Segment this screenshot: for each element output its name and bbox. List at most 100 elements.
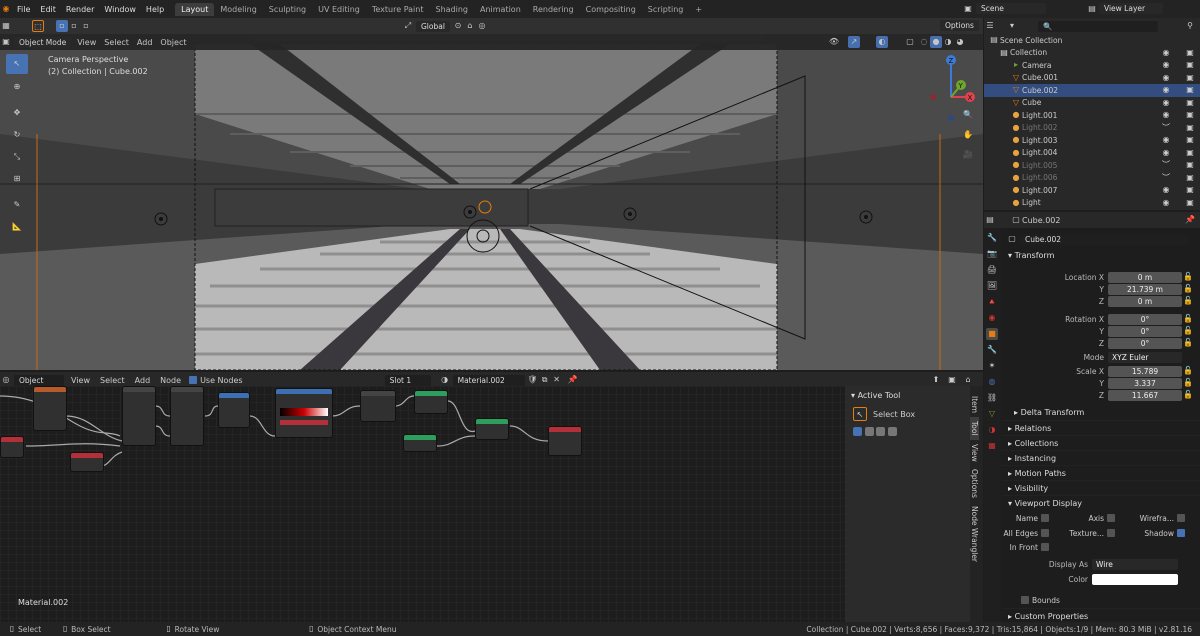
move-tool-icon[interactable]: ✥ (6, 102, 28, 124)
location-y-field[interactable]: 21.739 m (1108, 283, 1182, 295)
options-dropdown[interactable]: Options (940, 20, 979, 31)
menu-help[interactable]: Help (146, 5, 164, 14)
node-value-b[interactable] (70, 452, 104, 472)
view-layer-tab-icon[interactable]: 🖼 (986, 280, 998, 292)
menu-render[interactable]: Render (66, 5, 94, 14)
mode-new-icon[interactable] (853, 427, 862, 436)
snap-icon[interactable]: ⌂ (464, 20, 476, 32)
render-toggle-icon[interactable]: ▣ (1184, 47, 1196, 59)
snap-node-icon[interactable]: ⌂ (962, 374, 974, 386)
blender-logo-icon[interactable]: ◉ (0, 3, 12, 15)
select-box-icon[interactable]: ↖ (853, 407, 867, 421)
all-edges-checkbox[interactable] (1041, 529, 1049, 537)
node-mix-shader[interactable] (475, 418, 509, 440)
select-mode-subtract-icon[interactable]: ▫ (80, 20, 92, 32)
pan-hand-icon[interactable]: ✋ (962, 129, 974, 141)
properties-pin-icon[interactable]: 📌 (1184, 214, 1196, 226)
lock-icon[interactable]: 🔓 (1182, 325, 1194, 337)
bounds-checkbox[interactable] (1021, 596, 1029, 604)
node-value-a[interactable] (0, 436, 24, 458)
scene-tab-icon[interactable]: 🔺 (986, 296, 998, 308)
instancing-header[interactable]: ▸ Instancing (1002, 450, 1200, 465)
select-mode-extend-icon[interactable]: ▫ (68, 20, 80, 32)
wireframe-checkbox[interactable] (1177, 514, 1185, 522)
name-checkbox[interactable] (1041, 514, 1049, 522)
tab-texture-paint[interactable]: Texture Paint (366, 3, 430, 16)
duplicate-material-icon[interactable]: ⧉ (539, 374, 551, 386)
outliner-row[interactable]: ● Light.001 ◉ ▣ (984, 109, 1200, 122)
scale-z-field[interactable]: 11.667 (1108, 389, 1182, 401)
viewport-editor-icon[interactable]: ▣ (0, 36, 12, 48)
hide-toggle-icon[interactable]: ◉ (1160, 72, 1172, 84)
viewport-menu-add[interactable]: Add (137, 38, 153, 47)
mode-extend-icon[interactable] (864, 427, 874, 436)
node-mapping[interactable] (122, 386, 156, 446)
transform-orientation-icon[interactable]: ⤢ (402, 20, 414, 32)
shading-rendered-icon[interactable]: ◕ (954, 36, 966, 48)
zoom-icon[interactable]: 🔍 (962, 109, 974, 121)
hide-toggle-icon[interactable]: ◉ (1160, 84, 1172, 96)
motion-paths-header[interactable]: ▸ Motion Paths (1002, 465, 1200, 480)
render-toggle-icon[interactable]: ▣ (1184, 159, 1196, 171)
render-toggle-icon[interactable]: ▣ (1184, 84, 1196, 96)
sidebar-tab-options[interactable]: Options (970, 465, 979, 502)
select-mode-new-icon[interactable]: ▫ (56, 20, 68, 32)
scene-collection-row[interactable]: ▤ Scene Collection (984, 34, 1200, 47)
tool-tab-icon[interactable]: 🔧 (986, 232, 998, 244)
node-menu-view[interactable]: View (71, 376, 90, 385)
editor-type-icon[interactable]: ▦ (0, 20, 12, 32)
add-workspace-icon[interactable]: + (689, 3, 708, 16)
location-x-field[interactable]: 0 m (1108, 271, 1182, 283)
material-tab-icon[interactable]: ◑ (986, 424, 998, 436)
lock-icon[interactable]: 🔓 (1182, 389, 1194, 401)
tab-layout[interactable]: Layout (175, 2, 215, 16)
texture-space-checkbox[interactable] (1107, 529, 1115, 537)
render-toggle-icon[interactable]: ▣ (1184, 97, 1196, 109)
filter-icon[interactable]: ▾ (1006, 20, 1018, 32)
render-toggle-icon[interactable]: ▣ (1184, 172, 1196, 184)
scale-y-field[interactable]: 3.337 (1108, 377, 1182, 389)
material-name-field[interactable]: Material.002 (452, 374, 525, 386)
tab-scripting[interactable]: Scripting (642, 3, 690, 16)
outliner-row[interactable]: ● Light.003 ◉ ▣ (984, 134, 1200, 147)
render-toggle-icon[interactable]: ▣ (1184, 109, 1196, 121)
render-toggle-icon[interactable]: ▣ (1184, 184, 1196, 196)
tab-compositing[interactable]: Compositing (580, 3, 642, 16)
navigation-gizmo[interactable]: Z X Y (925, 52, 983, 132)
viewport-menu-select[interactable]: Select (104, 38, 129, 47)
viewport-display-header[interactable]: ▾ Viewport Display (1002, 495, 1200, 510)
hide-toggle-icon[interactable]: ◉ (1160, 134, 1172, 146)
sidebar-tab-tool[interactable]: Tool (970, 417, 979, 440)
viewport-menu-view[interactable]: View (77, 38, 96, 47)
output-tab-icon[interactable]: 🖨 (986, 264, 998, 276)
lock-icon[interactable]: 🔓 (1182, 283, 1194, 295)
outliner-row[interactable]: ● Light.006 ︶ ▣ (984, 172, 1200, 185)
lock-icon[interactable]: 🔓 (1182, 313, 1194, 325)
lock-icon[interactable]: 🔓 (1182, 271, 1194, 283)
node-math[interactable] (218, 392, 250, 428)
location-z-field[interactable]: 0 m (1108, 295, 1182, 307)
pivot-icon[interactable]: ⊙ (452, 20, 464, 32)
outliner-row[interactable]: ● Light.007 ◉ ▣ (984, 184, 1200, 197)
select-tool-icon[interactable]: ↖ (6, 54, 28, 74)
node-menu-select[interactable]: Select (100, 376, 125, 385)
hide-toggle-icon[interactable]: ◉ (1160, 97, 1172, 109)
render-tab-icon[interactable]: 📷 (986, 248, 998, 260)
render-toggle-icon[interactable]: ▣ (1184, 197, 1196, 209)
lock-icon[interactable]: 🔓 (1182, 337, 1194, 349)
slot-dropdown[interactable]: Slot 1 (384, 374, 431, 386)
lock-icon[interactable]: 🔓 (1182, 377, 1194, 389)
cursor-tool-icon[interactable]: ⊕ (6, 76, 28, 98)
hide-toggle-icon[interactable]: ◉ (1160, 197, 1172, 209)
hide-toggle-icon[interactable]: ◉ (1160, 147, 1172, 159)
tab-modeling[interactable]: Modeling (214, 3, 262, 16)
backdrop-icon[interactable]: ▣ (946, 374, 958, 386)
annotate-tool-icon[interactable]: ✎ (6, 194, 28, 216)
node-editor[interactable]: Material.002 (0, 386, 845, 622)
camera-view-icon[interactable]: 🎥 (962, 149, 974, 161)
visibility-icon[interactable]: 👁 (828, 36, 840, 48)
scale-tool-icon[interactable]: ⤡ (6, 146, 28, 168)
shading-material-icon[interactable]: ◑ (942, 36, 954, 48)
color-swatch[interactable] (1092, 573, 1178, 585)
overlay-toggle-icon[interactable]: ◐ (876, 36, 888, 48)
